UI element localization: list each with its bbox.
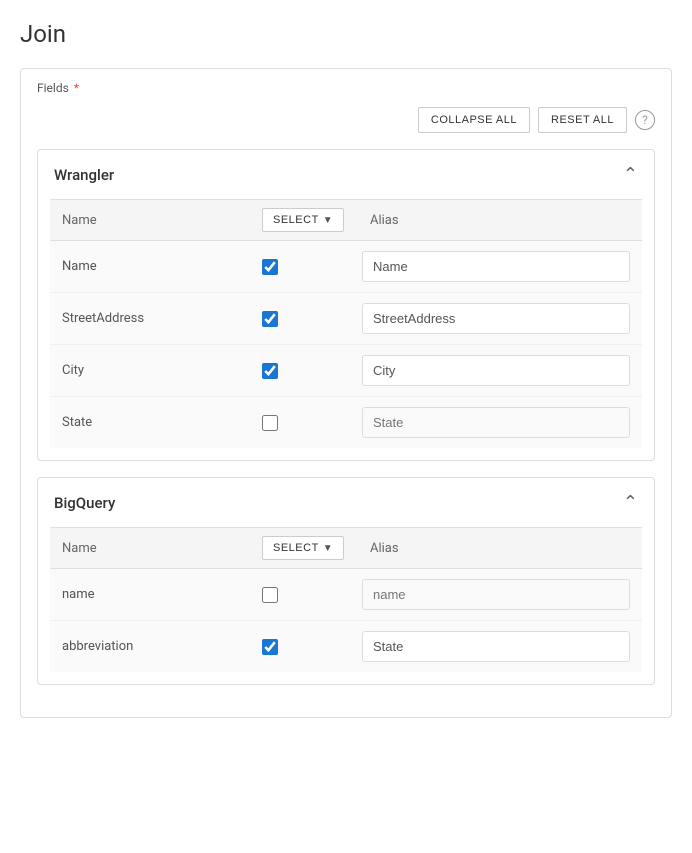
wrangler-alias-input-state[interactable] — [362, 407, 630, 438]
wrangler-field-row-name: Name — [50, 241, 642, 293]
wrangler-body: Name SELECT ▼ Alias Name — [38, 199, 654, 460]
bigquery-checkbox-abbreviation[interactable] — [262, 639, 278, 655]
wrangler-title: Wrangler — [54, 166, 114, 184]
bigquery-alias-input-abbreviation[interactable] — [362, 631, 630, 662]
wrangler-alias-input-city[interactable] — [362, 355, 630, 386]
wrangler-select-btn-label: SELECT — [273, 214, 319, 226]
bigquery-alias-col-header: Alias — [362, 541, 630, 556]
wrangler-field-name-name: Name — [62, 259, 262, 274]
bigquery-field-name-abbreviation: abbreviation — [62, 639, 262, 654]
page-title: Join — [20, 20, 672, 48]
fields-label: Fields * — [37, 81, 655, 95]
bigquery-field-row-abbreviation: abbreviation — [50, 621, 642, 672]
bigquery-field-checkbox-abbreviation — [262, 639, 362, 655]
bigquery-field-row-name: name — [50, 569, 642, 621]
wrangler-field-name-state: State — [62, 415, 262, 430]
wrangler-field-row-streetaddress: StreetAddress — [50, 293, 642, 345]
wrangler-field-checkbox-name — [262, 259, 362, 275]
wrangler-header[interactable]: Wrangler ⌃ — [38, 150, 654, 199]
bigquery-body: Name SELECT ▼ Alias name — [38, 527, 654, 684]
wrangler-field-alias-name — [362, 251, 630, 282]
wrangler-field-checkbox-city — [262, 363, 362, 379]
wrangler-field-checkbox-state — [262, 415, 362, 431]
wrangler-select-col-header: SELECT ▼ — [262, 208, 362, 232]
wrangler-field-alias-city — [362, 355, 630, 386]
bigquery-field-alias-abbreviation — [362, 631, 630, 662]
wrangler-alias-input-name[interactable] — [362, 251, 630, 282]
bigquery-field-name-name: name — [62, 587, 262, 602]
wrangler-field-checkbox-streetaddress — [262, 311, 362, 327]
wrangler-checkbox-state[interactable] — [262, 415, 278, 431]
wrangler-checkbox-streetaddress[interactable] — [262, 311, 278, 327]
wrangler-checkbox-city[interactable] — [262, 363, 278, 379]
wrangler-table-header: Name SELECT ▼ Alias — [50, 199, 642, 241]
wrangler-field-row-city: City — [50, 345, 642, 397]
wrangler-chevron-icon: ⌃ — [623, 164, 638, 185]
fields-label-text: Fields — [37, 81, 69, 95]
bigquery-select-button[interactable]: SELECT ▼ — [262, 536, 344, 560]
help-icon[interactable]: ? — [635, 110, 655, 130]
wrangler-field-name-city: City — [62, 363, 262, 378]
wrangler-select-arrow-icon: ▼ — [323, 215, 333, 226]
bigquery-field-alias-name — [362, 579, 630, 610]
wrangler-alias-input-streetaddress[interactable] — [362, 303, 630, 334]
bigquery-panel: BigQuery ⌃ Name SELECT ▼ Alias name — [37, 477, 655, 685]
wrangler-field-alias-streetaddress — [362, 303, 630, 334]
bigquery-chevron-icon: ⌃ — [623, 492, 638, 513]
wrangler-alias-col-header: Alias — [362, 213, 630, 228]
wrangler-checkbox-name[interactable] — [262, 259, 278, 275]
wrangler-field-row-state: State — [50, 397, 642, 448]
reset-all-button[interactable]: RESET ALL — [538, 107, 627, 133]
wrangler-field-name-streetaddress: StreetAddress — [62, 311, 262, 326]
wrangler-select-button[interactable]: SELECT ▼ — [262, 208, 344, 232]
bigquery-alias-input-name[interactable] — [362, 579, 630, 610]
fields-section: Fields * COLLAPSE ALL RESET ALL ? Wrangl… — [20, 68, 672, 718]
bigquery-select-col-header: SELECT ▼ — [262, 536, 362, 560]
bigquery-select-arrow-icon: ▼ — [323, 543, 333, 554]
bigquery-title: BigQuery — [54, 494, 115, 512]
wrangler-panel: Wrangler ⌃ Name SELECT ▼ Alias Name — [37, 149, 655, 461]
bigquery-select-btn-label: SELECT — [273, 542, 319, 554]
wrangler-name-col-header: Name — [62, 213, 262, 228]
fields-required-marker: * — [74, 81, 79, 95]
bigquery-header[interactable]: BigQuery ⌃ — [38, 478, 654, 527]
wrangler-field-alias-state — [362, 407, 630, 438]
bigquery-name-col-header: Name — [62, 541, 262, 556]
toolbar: COLLAPSE ALL RESET ALL ? — [37, 107, 655, 133]
bigquery-table-header: Name SELECT ▼ Alias — [50, 527, 642, 569]
bigquery-field-checkbox-name — [262, 587, 362, 603]
collapse-all-button[interactable]: COLLAPSE ALL — [418, 107, 530, 133]
bigquery-checkbox-name[interactable] — [262, 587, 278, 603]
